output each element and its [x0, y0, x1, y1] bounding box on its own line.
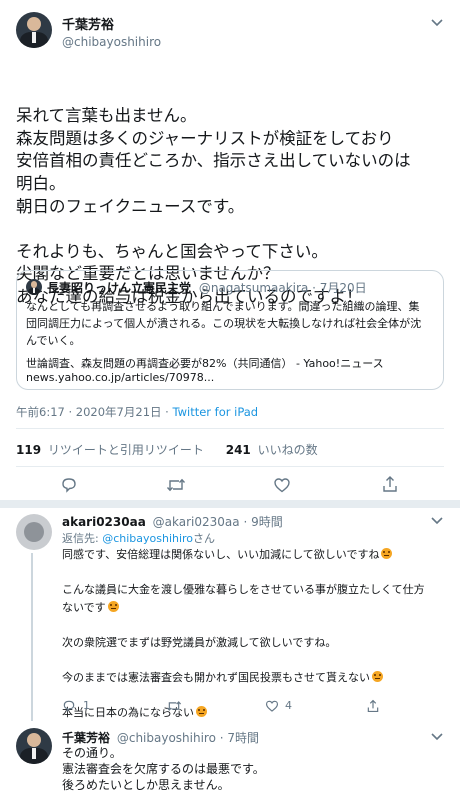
- likes-label[interactable]: いいねの数: [258, 443, 318, 457]
- main-tweet-line: [16, 218, 446, 241]
- angry-emoji-icon: [196, 706, 207, 718]
- reply1-reply-count[interactable]: 1: [83, 699, 90, 712]
- quoted-link-url[interactable]: news.yahoo.co.jp/articles/70978...: [26, 371, 214, 384]
- chevron-down-icon[interactable]: [430, 16, 444, 30]
- reply1-line: 本当に日本の為にならない: [62, 704, 446, 722]
- retweets-count[interactable]: 119: [16, 443, 41, 457]
- share-icon[interactable]: [366, 699, 380, 713]
- main-tweet-line: それよりも、ちゃんと国会やって下さい。: [16, 241, 328, 261]
- reply1-line: [62, 687, 446, 705]
- share-icon[interactable]: [381, 475, 399, 493]
- main-tweet-line: 呆れて言葉も出ません。: [16, 106, 197, 126]
- reply1-reply-to-handle[interactable]: @chibayoshihiro: [102, 532, 193, 545]
- reply2-author-avatar[interactable]: [16, 728, 52, 764]
- quoted-author-avatar: [26, 279, 42, 295]
- main-author-avatar[interactable]: [16, 12, 52, 48]
- retweet-icon[interactable]: [166, 476, 186, 494]
- reply2-line: その通り。: [62, 746, 122, 760]
- likes-count[interactable]: 241: [226, 443, 251, 457]
- main-tweet-line: 明白。: [16, 173, 66, 193]
- chevron-down-icon[interactable]: [430, 730, 444, 744]
- reply2-text: その通り。憲法審査会を欠席するのは最悪です。 後ろめたいとしか思えません。: [62, 745, 446, 793]
- reply1-like-count[interactable]: 4: [285, 699, 292, 712]
- reply-icon[interactable]: [60, 476, 78, 494]
- like-icon[interactable]: [273, 476, 291, 494]
- quoted-author-handle: @nagatsumaakira: [198, 281, 309, 295]
- quoted-tweet-line: なんとしても再調査させるよう取り組んでまいります。間違った組織の論理、集: [26, 300, 420, 313]
- like-icon[interactable]: [265, 699, 279, 713]
- reply1-text: 同感です、安倍総理は関係ないし、いい加減にして欲しいですね こんな議員に大金を渡…: [62, 546, 446, 722]
- section-separator: [0, 500, 460, 508]
- thread-line: [31, 553, 33, 721]
- tweet-detail-card: 千葉芳裕 @chibayoshihiro 呆れて言葉も出ません。 森友問題は多くの…: [0, 0, 460, 798]
- quoted-tweet[interactable]: 長妻昭りっけん立憲民主党 @nagatsumaakira · 7月20日 なんと…: [16, 270, 444, 390]
- quoted-author-name: 長妻昭りっけん立憲民主党: [47, 281, 192, 295]
- reply1-author-avatar[interactable]: [16, 514, 52, 550]
- angry-emoji-icon: [107, 600, 119, 612]
- quoted-tweet-line: 団同調圧力によって個人が潰される。この現状を大転換しなければ社会全体が沈: [26, 317, 422, 330]
- main-tweet-line: 朝日のフェイクニュースです。: [16, 196, 245, 216]
- main-tweet-line: 森友問題は多くのジャーナリストが検証をしており: [16, 128, 394, 148]
- reply1-line: [62, 652, 446, 670]
- reply1-line: [62, 616, 446, 634]
- divider: [16, 466, 444, 467]
- reply1-line: 次の衆院選でまずは野党議員が激減して欲しいですね。: [62, 635, 337, 649]
- main-author-name[interactable]: 千葉芳裕: [62, 14, 161, 33]
- tweet-timestamp[interactable]: 午前6:17 · 2020年7月21日 ·: [16, 405, 172, 419]
- divider: [16, 428, 444, 429]
- angry-emoji-icon: [381, 548, 393, 559]
- chevron-down-icon[interactable]: [430, 514, 444, 528]
- retweets-label[interactable]: リツイートと引用リツイート: [48, 443, 204, 457]
- reply1-author-handle[interactable]: @akari0230aa: [153, 515, 240, 529]
- tweet-stats: 119 リツイートと引用リツイート 241 いいねの数: [16, 441, 318, 458]
- quoted-tweet-text: なんとしても再調査させるよう取り組んでまいります。間違った組織の論理、集 団同調圧…: [26, 298, 440, 349]
- reply1-time[interactable]: · 9時間: [243, 515, 282, 529]
- main-tweet-line: 安倍首相の責任どころか、指示さえ出していないのは: [16, 151, 411, 171]
- reply1-line: こんな議員に大金を渡し優雅な暮らしをさせている事が腹立たしくて仕方: [62, 583, 425, 597]
- main-author-handle[interactable]: @chibayoshihiro: [62, 35, 161, 49]
- reply2-time[interactable]: · 7時間: [220, 731, 259, 745]
- reply1-line: ないです: [62, 599, 446, 617]
- quoted-date: · 7月20日: [312, 281, 367, 295]
- reply-icon[interactable]: [62, 699, 76, 713]
- reply2-line: 後ろめたいとしか思えません。: [62, 778, 230, 792]
- quoted-tweet-line: んでいく。: [26, 334, 81, 347]
- reply1-author-name[interactable]: akari0230aa: [62, 515, 146, 529]
- angry-emoji-icon: [372, 671, 383, 683]
- quoted-link-title[interactable]: 世論調査、森友問題の再調査必要が82%（共同通信） - Yahoo!ニュース: [26, 355, 384, 371]
- reply1-reply-to-prefix: 返信先:: [62, 532, 103, 545]
- reply1-reply-to-suffix: さん: [193, 532, 216, 545]
- reply1-line: 今のままでは憲法審査会も開かれず国民投票もさせて貰えない: [62, 669, 446, 687]
- reply1-line: 同感です、安倍総理は関係ないし、いい加減にして欲しいですね: [62, 546, 446, 564]
- reply2-line: 憲法審査会を欠席するのは最悪です。: [62, 762, 265, 776]
- retweet-icon[interactable]: [166, 699, 182, 713]
- reply2-author-name[interactable]: 千葉芳裕: [62, 731, 110, 745]
- reply1-line: [62, 564, 446, 582]
- reply2-author-handle[interactable]: @chibayoshihiro: [117, 731, 216, 745]
- tweet-source-link[interactable]: Twitter for iPad: [172, 405, 258, 419]
- main-author-block[interactable]: 千葉芳裕 @chibayoshihiro: [62, 14, 161, 49]
